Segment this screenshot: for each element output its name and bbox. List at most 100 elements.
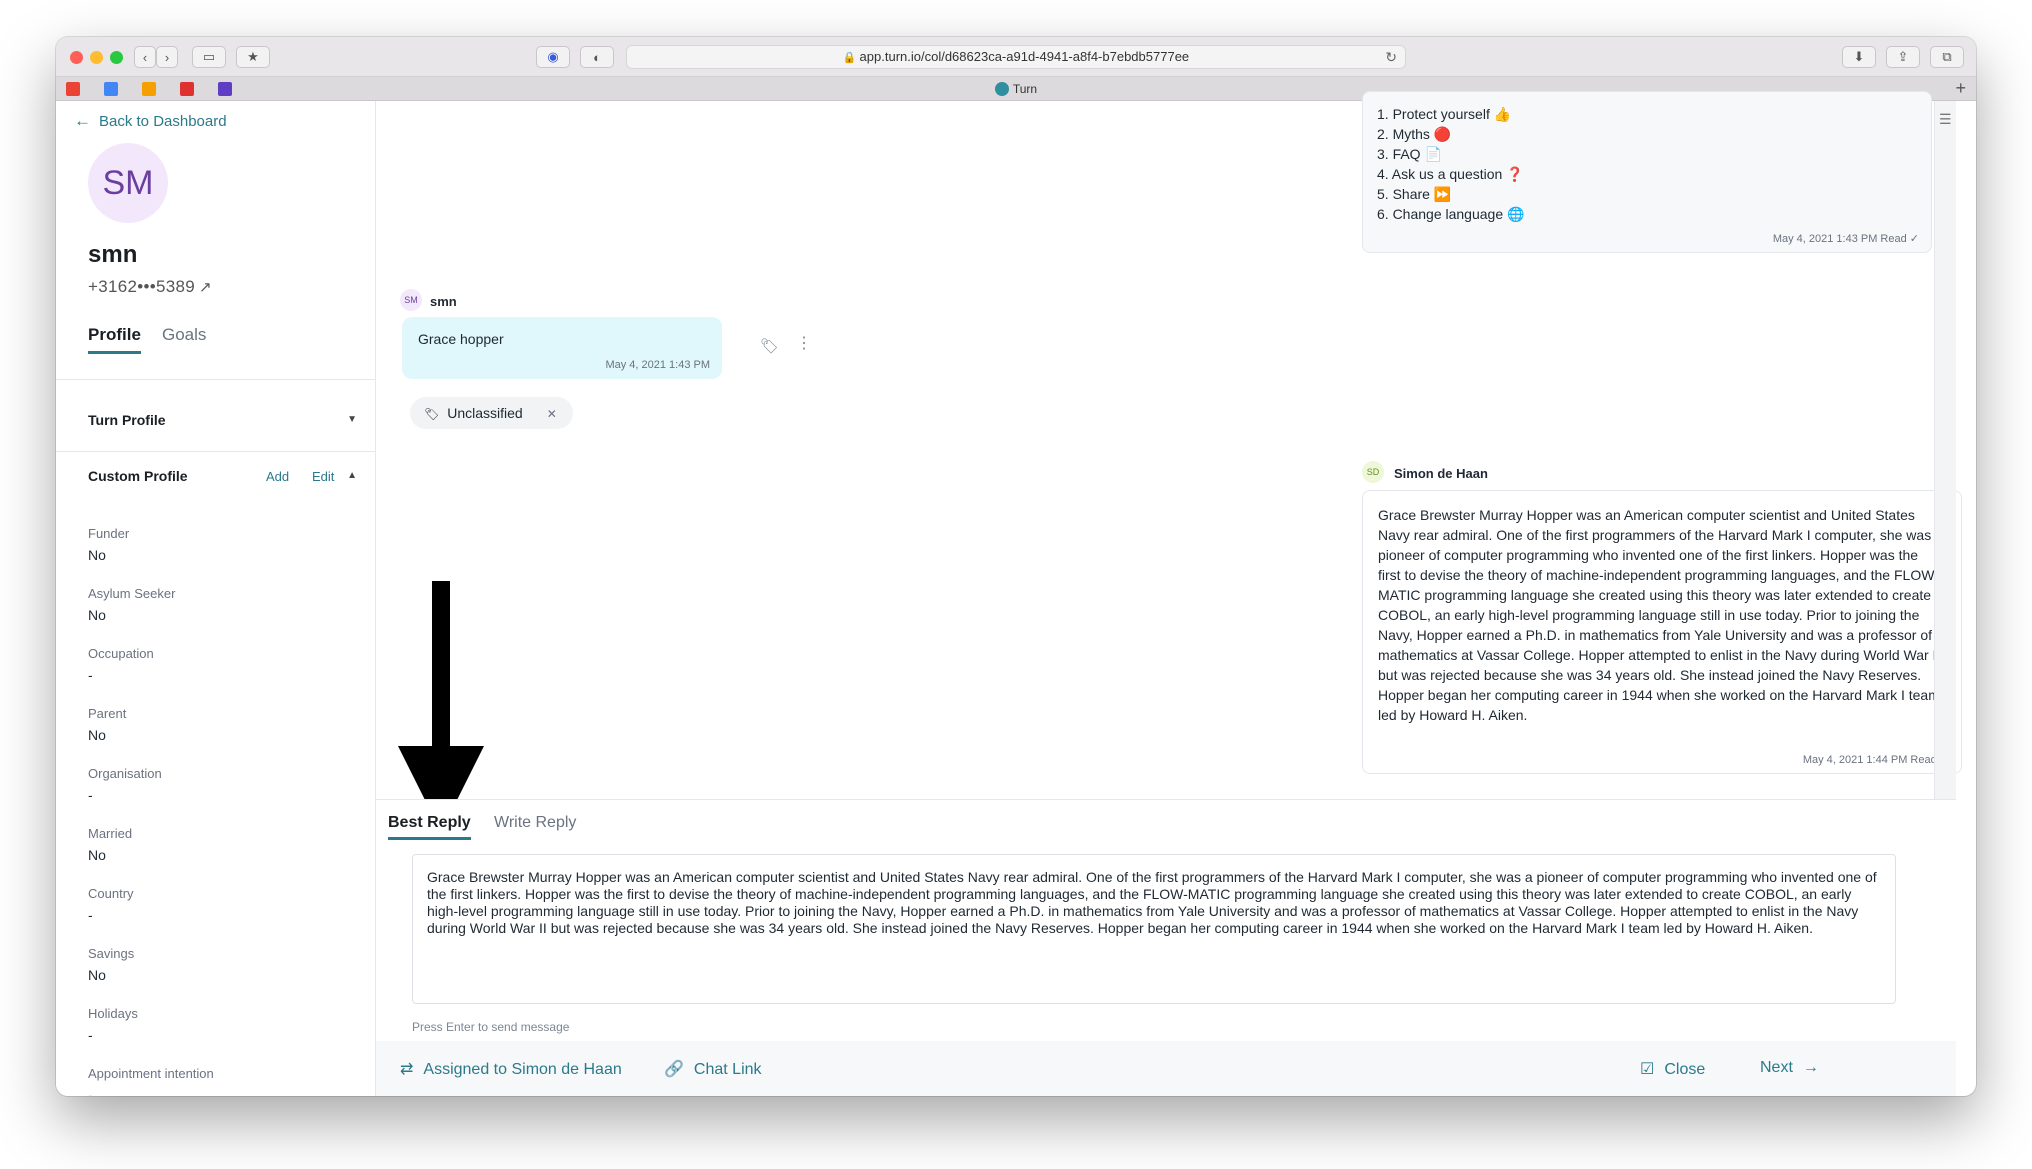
caret-up-icon[interactable]: ▲ bbox=[347, 470, 357, 481]
footer-bar: ⇄ Assigned to Simon de Haan 🔗 Chat Link ☑ C… bbox=[376, 1041, 1956, 1096]
tab-write-reply[interactable]: Write Reply bbox=[494, 814, 576, 832]
share-icon[interactable]: ⇪ bbox=[1886, 46, 1920, 68]
back-to-dashboard-link[interactable]: ← Back to Dashboard bbox=[74, 111, 227, 131]
tab-best-reply[interactable]: Best Reply bbox=[388, 814, 471, 840]
new-tab-icon[interactable]: + bbox=[1955, 77, 1966, 99]
divider bbox=[56, 451, 376, 452]
field-value: No bbox=[88, 847, 106, 863]
contact-sidebar: ← Back to Dashboard SM smn +3162•••5389 ↗ … bbox=[56, 101, 376, 1096]
message-text: Grace Brewster Murray Hopper was an Amer… bbox=[1378, 507, 1943, 723]
tab-profile[interactable]: Profile bbox=[88, 325, 141, 354]
downloads-icon[interactable]: ⬇ bbox=[1842, 46, 1876, 68]
menu-line: 6. Change language 🌐 bbox=[1377, 206, 1525, 222]
external-link-icon[interactable]: ↗ bbox=[199, 279, 212, 296]
bookmarks-icon[interactable]: ★ bbox=[236, 46, 270, 68]
next-label: Next bbox=[1760, 1059, 1793, 1076]
tab-goals[interactable]: Goals bbox=[162, 325, 206, 345]
tabs-overview-icon[interactable]: ⧉ bbox=[1930, 46, 1964, 68]
field-label: Funder bbox=[88, 526, 130, 541]
field-value: - bbox=[88, 1027, 93, 1043]
close-window-button[interactable] bbox=[70, 51, 83, 64]
annotation-arrow-shaft bbox=[432, 581, 450, 751]
sidebar-toggle-icon[interactable]: ▭ bbox=[192, 46, 226, 68]
remove-label-icon[interactable]: ✕ bbox=[547, 407, 557, 421]
message-text: Grace hopper bbox=[418, 331, 504, 347]
field-label: Holidays bbox=[88, 1006, 138, 1021]
browser-toolbar: ‹ › ▭ ★ ◉ ◐ 🔒 app.turn.io/col/d68623ca-a9… bbox=[56, 37, 1976, 77]
url-text: app.turn.io/col/d68623ca-a91d-4941-a8f4-… bbox=[859, 49, 1190, 64]
send-hint: Press Enter to send message bbox=[412, 1020, 570, 1034]
menu-line: 1. Protect yourself 👍 bbox=[1377, 106, 1512, 122]
chat-link-label: Chat Link bbox=[693, 1061, 762, 1078]
more-options-icon[interactable]: ⋮ bbox=[796, 333, 812, 353]
message-time: May 4, 2021 1:43 PM bbox=[605, 359, 710, 371]
assigned-label: Assigned to Simon de Haan bbox=[423, 1061, 622, 1078]
extension-1password-icon[interactable]: ◉ bbox=[536, 46, 570, 68]
chat-link-button[interactable]: 🔗 Chat Link bbox=[664, 1059, 762, 1079]
reload-icon[interactable]: ↻ bbox=[1385, 46, 1397, 68]
sender-name: smn bbox=[430, 294, 457, 309]
zoom-window-button[interactable] bbox=[110, 51, 123, 64]
reply-textarea[interactable]: Grace Brewster Murray Hopper was an Amer… bbox=[412, 854, 1896, 1004]
close-button[interactable]: ☑ Close bbox=[1640, 1059, 1705, 1079]
checkbox-icon: ☑ bbox=[1640, 1061, 1655, 1078]
menu-line: 3. FAQ 📄 bbox=[1377, 146, 1442, 162]
add-field-button[interactable]: Add bbox=[266, 469, 289, 484]
divider bbox=[56, 379, 376, 380]
back-nav-icon[interactable]: ‹ bbox=[134, 46, 156, 68]
label-text: Unclassified bbox=[447, 405, 523, 421]
avatar: SM bbox=[88, 143, 168, 223]
privacy-shield-icon[interactable]: ◐ bbox=[580, 46, 614, 68]
assign-icon: ⇄ bbox=[400, 1061, 414, 1078]
menu-message: 1. Protect yourself 👍 2. Myths 🔴 3. FAQ … bbox=[1362, 91, 1932, 253]
reply-area: Best Reply Write Reply Grace Brewster Mu… bbox=[376, 799, 1956, 1096]
field-value: No bbox=[88, 967, 106, 983]
label-chip[interactable]: 🏷 Unclassified ✕ bbox=[410, 397, 573, 429]
field-value: - bbox=[88, 907, 93, 923]
edit-fields-button[interactable]: Edit bbox=[312, 469, 334, 484]
field-value: No bbox=[88, 607, 106, 623]
link-icon: 🔗 bbox=[664, 1061, 684, 1078]
next-button[interactable]: Next → bbox=[1760, 1059, 1819, 1077]
field-label: Savings bbox=[88, 946, 135, 961]
field-label: Organisation bbox=[88, 766, 162, 781]
arrow-left-icon: ← bbox=[74, 111, 91, 130]
minimize-window-button[interactable] bbox=[90, 51, 103, 64]
field-value: - bbox=[88, 667, 93, 683]
field-label: Occupation bbox=[88, 646, 154, 661]
field-label: Married bbox=[88, 826, 133, 841]
contact-name: smn bbox=[88, 241, 138, 268]
field-label: Country bbox=[88, 886, 134, 901]
back-label: Back to Dashboard bbox=[99, 113, 227, 130]
message-meta: May 4, 2021 1:43 PM Read ✓ bbox=[1772, 233, 1919, 245]
menu-line: 2. Myths 🔴 bbox=[1377, 126, 1452, 142]
sender-name: Simon de Haan bbox=[1394, 466, 1488, 481]
right-rail: ☰ bbox=[1934, 101, 1956, 799]
message-meta: May 4, 2021 1:44 PM Read ✓ bbox=[1802, 754, 1949, 766]
list-icon[interactable]: ☰ bbox=[1939, 111, 1952, 128]
field-label: Asylum Seeker bbox=[88, 586, 176, 601]
turn-profile-header[interactable]: Turn Profile bbox=[88, 412, 166, 428]
chat-panel: 1. Protect yourself 👍 2. Myths 🔴 3. FAQ … bbox=[376, 91, 1962, 1096]
contact-phone: +3162•••5389 ↗ bbox=[88, 277, 212, 297]
address-bar[interactable]: 🔒 app.turn.io/col/d68623ca-a91d-4941-a8f4… bbox=[626, 45, 1406, 69]
inbound-message: Grace hopper May 4, 2021 1:43 PM bbox=[402, 317, 722, 379]
tag-icon[interactable]: 🏷 bbox=[760, 337, 779, 355]
sender-avatar: SM bbox=[400, 289, 422, 311]
turn-favicon-icon bbox=[994, 82, 1009, 96]
arrow-right-icon: → bbox=[1802, 1059, 1819, 1076]
outbound-message: Grace Brewster Murray Hopper was an Amer… bbox=[1362, 490, 1962, 774]
phone-number: +3162•••5389 bbox=[88, 277, 196, 296]
custom-profile-header: Custom Profile bbox=[88, 468, 188, 484]
caret-down-icon[interactable]: ▼ bbox=[347, 414, 357, 425]
field-value: No bbox=[88, 547, 106, 563]
browser-window: ‹ › ▭ ★ ◉ ◐ 🔒 app.turn.io/col/d68623ca-a9… bbox=[56, 37, 1976, 1096]
field-value: - bbox=[88, 1087, 93, 1096]
forward-nav-icon[interactable]: › bbox=[156, 46, 178, 68]
field-label: Appointment intention bbox=[88, 1066, 214, 1081]
assigned-button[interactable]: ⇄ Assigned to Simon de Haan bbox=[400, 1059, 622, 1079]
sender-avatar: SD bbox=[1362, 461, 1384, 483]
tab-title: Turn bbox=[1012, 82, 1038, 96]
menu-line: 4. Ask us a question ❓ bbox=[1377, 166, 1524, 182]
field-value: No bbox=[88, 727, 106, 743]
